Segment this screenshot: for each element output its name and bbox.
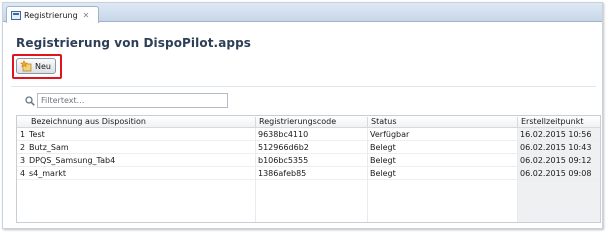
row-index: 1 — [20, 130, 26, 139]
column-header-status[interactable]: Status — [367, 116, 397, 128]
cell-created: 06.02.2015 09:08 — [520, 169, 592, 178]
cell-status: Verfügbar — [370, 130, 410, 139]
cell-created: 16.02.2015 10:56 — [520, 130, 592, 139]
column-header-registrierungscode[interactable]: Registrierungscode — [255, 116, 336, 128]
cell-created: 06.02.2015 09:12 — [520, 156, 592, 165]
table-row[interactable]: 3 DPQS_Samsung_Tab4 b106bc5355 Belegt 06… — [17, 155, 600, 167]
row-index: 4 — [20, 169, 26, 178]
registration-icon — [11, 10, 21, 20]
new-button[interactable]: Neu — [16, 58, 56, 74]
tab-strip: Registrierung ✕ — [3, 3, 602, 23]
cell-name: Test — [29, 130, 45, 139]
cell-code: 9638bc4110 — [258, 130, 309, 139]
table-row[interactable]: 2 Butz_Sam 512966d6b2 Belegt 06.02.2015 … — [17, 142, 600, 154]
page-title: Registrierung von DispoPilot.apps — [16, 36, 252, 50]
row-index: 3 — [20, 156, 26, 165]
registration-table: Bezeichnung aus Disposition Registrierun… — [16, 115, 601, 223]
cell-code: 512966d6b2 — [258, 143, 309, 152]
column-header-bezeichnung[interactable]: Bezeichnung aus Disposition — [27, 116, 146, 128]
table-header: Bezeichnung aus Disposition Registrierun… — [17, 116, 600, 128]
star-new-icon — [20, 60, 32, 72]
cell-name: DPQS_Samsung_Tab4 — [29, 156, 116, 165]
editor-window: Registrierung ✕ Registrierung von DispoP… — [2, 2, 603, 229]
cell-status: Belegt — [370, 169, 396, 178]
cell-status: Belegt — [370, 143, 396, 152]
cell-status: Belegt — [370, 156, 396, 165]
cell-name: Butz_Sam — [29, 143, 69, 152]
tab-label: Registrierung — [24, 10, 78, 20]
table-row[interactable]: 4 s4_markt 1386afeb85 Belegt 06.02.2015 … — [17, 168, 600, 180]
table-row[interactable]: 1 Test 9638bc4110 Verfügbar 16.02.2015 1… — [17, 129, 600, 141]
cell-created: 06.02.2015 10:43 — [520, 143, 592, 152]
search-icon — [25, 96, 35, 106]
cell-code: b106bc5355 — [258, 156, 309, 165]
divider — [11, 86, 596, 87]
filter-input[interactable] — [37, 93, 228, 108]
cell-name: s4_markt — [29, 169, 67, 178]
row-index: 2 — [20, 143, 26, 152]
column-header-erstellzeitpunkt[interactable]: Erstellzeitpunkt — [517, 116, 583, 128]
tab-registrierung[interactable]: Registrierung ✕ — [6, 6, 99, 23]
cell-code: 1386afeb85 — [258, 169, 307, 178]
close-icon[interactable]: ✕ — [83, 11, 90, 20]
new-button-label: Neu — [35, 61, 51, 71]
